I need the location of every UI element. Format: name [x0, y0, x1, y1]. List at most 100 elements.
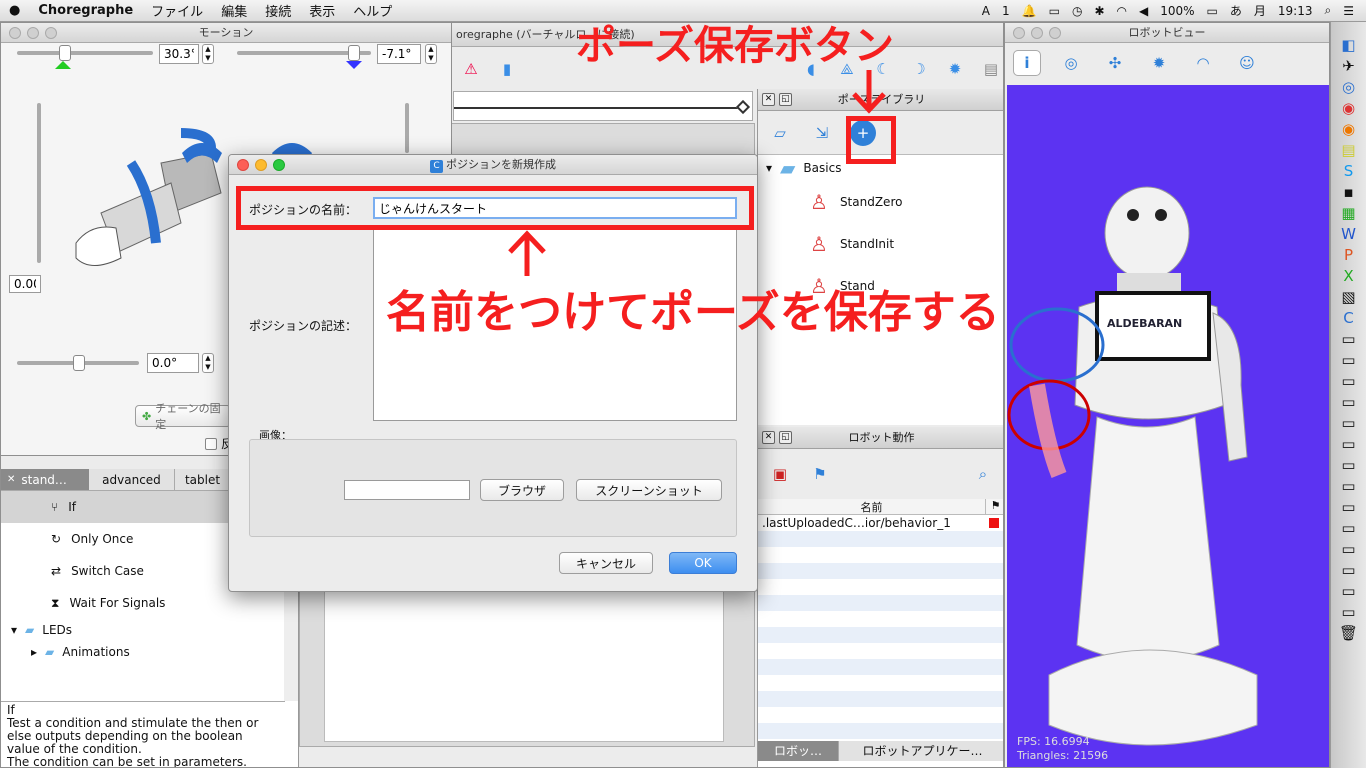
- volume-icon[interactable]: ◀: [1139, 4, 1148, 18]
- close-icon[interactable]: [1013, 27, 1025, 39]
- chrome-icon[interactable]: ◉: [1342, 99, 1355, 117]
- float-icon[interactable]: ◱: [779, 93, 792, 106]
- timeline[interactable]: [453, 91, 753, 121]
- slider-thumb[interactable]: [73, 355, 85, 371]
- warning-icon[interactable]: ⚠: [457, 56, 485, 82]
- safari-icon[interactable]: ◎: [1342, 78, 1355, 96]
- spotlight-icon[interactable]: ⌕: [1325, 3, 1332, 18]
- disclosure-open-icon[interactable]: ▾: [766, 161, 772, 175]
- open-folder-icon[interactable]: ▱: [766, 120, 794, 146]
- tab-advanced[interactable]: advanced: [89, 469, 175, 490]
- menu-connect[interactable]: 接続: [256, 1, 300, 20]
- slider-thumb[interactable]: [59, 45, 71, 61]
- shoulder-pitch-input[interactable]: [377, 44, 421, 64]
- clock-icon[interactable]: ◷: [1072, 4, 1082, 18]
- minimize-icon[interactable]: [255, 159, 267, 171]
- close-icon[interactable]: ✕: [762, 93, 775, 106]
- stepper[interactable]: ▲ ▼: [425, 44, 437, 64]
- notes-icon[interactable]: ▤: [1341, 141, 1355, 159]
- document-icon[interactable]: ▭: [1341, 456, 1355, 474]
- sleep-icon[interactable]: ☽: [905, 56, 933, 82]
- search-icon[interactable]: ⌕: [969, 461, 997, 487]
- document-icon[interactable]: ▭: [1341, 351, 1355, 369]
- powerpoint-icon[interactable]: P: [1344, 246, 1353, 264]
- pose-item-standinit[interactable]: ♙ StandInit: [758, 223, 1003, 265]
- image-path-input[interactable]: [344, 480, 470, 500]
- float-icon[interactable]: ◱: [779, 431, 792, 444]
- document-icon[interactable]: ▭: [1341, 498, 1355, 516]
- document-icon[interactable]: ▭: [1341, 372, 1355, 390]
- gear-icon[interactable]: ✹: [941, 56, 969, 82]
- trash-icon[interactable]: 🗑: [1339, 624, 1358, 642]
- gear-icon[interactable]: ✹: [1145, 50, 1173, 76]
- disclosure-open-icon[interactable]: ▾: [11, 623, 17, 637]
- cancel-button[interactable]: キャンセル: [559, 552, 653, 574]
- menu-file[interactable]: ファイル: [142, 1, 212, 20]
- document-icon[interactable]: ▭: [1341, 393, 1355, 411]
- menu-help[interactable]: ヘルプ: [344, 1, 401, 20]
- choregraphe-icon[interactable]: C: [1343, 309, 1353, 327]
- robot-3d-view[interactable]: ALDEBARAN FPS: 16.6994 Triangles: 21596: [1007, 85, 1329, 767]
- elbow-input[interactable]: [9, 275, 41, 293]
- terminal-icon[interactable]: ▪: [1343, 183, 1353, 201]
- zoom-icon[interactable]: [1049, 27, 1061, 39]
- document-icon[interactable]: ▭: [1341, 540, 1355, 558]
- browse-button[interactable]: ブラウザ: [480, 479, 564, 501]
- menu-edit[interactable]: 編集: [212, 1, 256, 20]
- tab-tablet[interactable]: tablet: [175, 469, 231, 490]
- input-method-icon[interactable]: あ: [1230, 2, 1242, 19]
- flow-canvas[interactable]: [324, 584, 724, 742]
- screenshot-button[interactable]: スクリーンショット: [576, 479, 722, 501]
- minimize-icon[interactable]: [1031, 27, 1043, 39]
- panel-icon[interactable]: ▮: [493, 56, 521, 82]
- ok-button[interactable]: OK: [669, 552, 737, 574]
- xcode-icon[interactable]: X: [1343, 267, 1353, 285]
- stepper[interactable]: ▲ ▼: [202, 44, 214, 64]
- adobe-icon[interactable]: A: [982, 4, 990, 18]
- shoulder-roll-slider[interactable]: [17, 51, 153, 55]
- document-icon[interactable]: ▭: [1341, 519, 1355, 537]
- export-icon[interactable]: ⇲: [808, 120, 836, 146]
- app-menu[interactable]: Choregraphe: [29, 3, 142, 18]
- menu-view[interactable]: 表示: [300, 1, 344, 20]
- close-icon[interactable]: [9, 27, 21, 39]
- timeline-end-marker[interactable]: [735, 99, 751, 115]
- menu-list-icon[interactable]: ☰: [1343, 4, 1354, 18]
- document-icon[interactable]: ▭: [1341, 582, 1355, 600]
- document-icon[interactable]: ▭: [1341, 477, 1355, 495]
- tab-standard[interactable]: ✕ stand…: [1, 469, 89, 490]
- finder-icon[interactable]: ◧: [1341, 36, 1355, 54]
- document-icon[interactable]: ▭: [1341, 561, 1355, 579]
- elbow-slider[interactable]: [37, 103, 41, 263]
- wifi-icon[interactable]: ◠: [1117, 4, 1127, 18]
- stop-all-icon[interactable]: ▣: [766, 461, 794, 487]
- minimize-icon[interactable]: [27, 27, 39, 39]
- wrist-yaw-input[interactable]: [147, 353, 199, 373]
- disclosure-closed-icon[interactable]: ▸: [31, 645, 37, 659]
- preview-icon[interactable]: ▧: [1341, 288, 1355, 306]
- bluetooth-icon[interactable]: ✱: [1094, 4, 1104, 18]
- flag-icon[interactable]: ⚑: [806, 461, 834, 487]
- document-icon[interactable]: ▭: [1341, 330, 1355, 348]
- tab-robot[interactable]: ロボッ…: [758, 741, 838, 761]
- info-icon[interactable]: i: [1013, 50, 1041, 76]
- joint-icon[interactable]: ✣: [1101, 50, 1129, 76]
- pose-item-standzero[interactable]: ♙ StandZero: [758, 181, 1003, 223]
- firefox-icon[interactable]: ◉: [1342, 120, 1355, 138]
- zoom-icon[interactable]: [273, 159, 285, 171]
- slider-thumb[interactable]: [348, 45, 360, 61]
- skype-icon[interactable]: S: [1344, 162, 1354, 180]
- close-icon[interactable]: ✕: [762, 431, 775, 444]
- document-icon[interactable]: ▭: [1341, 414, 1355, 432]
- document-icon[interactable]: ▭: [1341, 603, 1355, 621]
- camera-icon[interactable]: ◎: [1057, 50, 1085, 76]
- close-icon[interactable]: [237, 159, 249, 171]
- sonar-icon[interactable]: ◠: [1189, 50, 1217, 76]
- drive-icon[interactable]: ▭: [1049, 4, 1060, 18]
- folder-leds[interactable]: ▾ ▰ LEDs: [1, 619, 284, 641]
- stepper[interactable]: ▲ ▼: [202, 353, 214, 373]
- day-label[interactable]: 月: [1254, 2, 1266, 19]
- launchpad-icon[interactable]: ✈: [1342, 57, 1355, 75]
- wrist-slider[interactable]: [405, 103, 409, 153]
- tab-robot-applications[interactable]: ロボットアプリケー…: [838, 741, 1003, 761]
